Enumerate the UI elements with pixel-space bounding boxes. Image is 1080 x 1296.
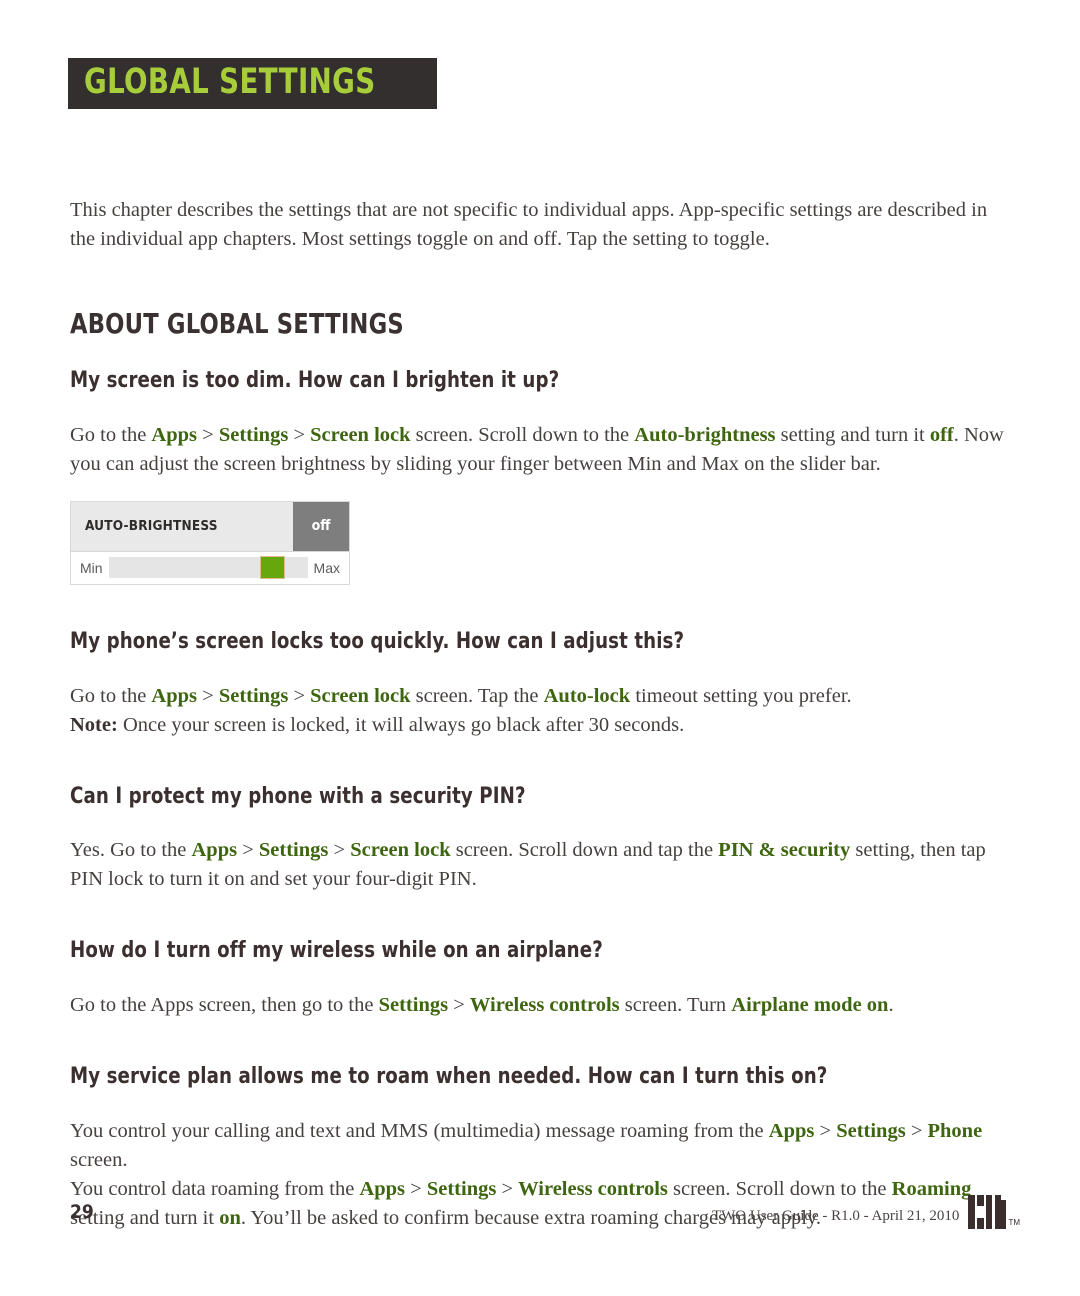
keyword-airplane-mode-on: Airplane mode on — [731, 994, 889, 1016]
brightness-slider-track[interactable] — [108, 556, 308, 580]
separator: > — [448, 994, 470, 1016]
keyword-settings: Settings — [378, 994, 449, 1016]
widget-toggle-button[interactable]: off — [293, 501, 349, 551]
auto-brightness-widget: AUTO-BRIGHTNESS off Min Max — [70, 500, 350, 585]
chapter-banner: GLOBAL SETTINGS — [68, 58, 438, 109]
widget-label-cell: AUTO-BRIGHTNESS — [71, 501, 293, 551]
keyword-auto-brightness: Auto-brightness — [634, 423, 776, 446]
text-run: screen. Turn — [619, 994, 732, 1016]
faq-body-security-pin: Yes. Go to the Apps > Settings > Screen … — [70, 836, 1010, 894]
widget-setting-row[interactable]: AUTO-BRIGHTNESS off — [71, 501, 349, 551]
page-content: This chapter describes the settings that… — [70, 196, 1010, 1233]
text-run: timeout setting you prefer. — [630, 684, 852, 707]
trademark-symbol: TM — [1008, 1218, 1020, 1227]
text-run: Yes. Go to the — [70, 839, 192, 862]
page-number: 29 — [70, 1201, 94, 1223]
text-run: . — [888, 994, 894, 1016]
separator: > — [197, 423, 219, 446]
faq-title-brightness: My screen is too dim. How can I brighten… — [70, 367, 560, 393]
separator: > — [328, 839, 351, 862]
keyword-wireless-controls: Wireless controls — [469, 994, 620, 1016]
widget-label: AUTO-BRIGHTNESS — [85, 518, 218, 535]
faq-title-roaming: My service plan allows me to roam when n… — [70, 1063, 828, 1089]
keyword-screen-lock: Screen lock — [310, 684, 411, 707]
text-run: screen. — [70, 1148, 128, 1171]
footer-doc-info: TWO User Guide - R1.0 - April 21, 2010 — [711, 1207, 960, 1224]
slider-min-label: Min — [80, 559, 103, 576]
separator: > — [288, 684, 311, 707]
keyword-apps: Apps — [768, 1119, 815, 1142]
keyword-off: off — [929, 423, 954, 446]
keyword-settings: Settings — [218, 684, 289, 707]
keyword-settings: Settings — [258, 839, 329, 862]
keyword-apps: Apps — [191, 839, 238, 862]
separator: > — [237, 839, 259, 862]
keyword-auto-lock: Auto-lock — [543, 684, 631, 707]
faq-title-screen-lock-timeout: My phone’s screen locks too quickly. How… — [70, 627, 685, 654]
text-run: setting and turn it — [775, 423, 930, 446]
separator: > — [905, 1119, 928, 1142]
intro-paragraph: This chapter describes the settings that… — [70, 199, 988, 250]
text-run: Go to the — [70, 684, 152, 707]
faq-body-brightness: Go to the Apps > Settings > Screen lock … — [70, 421, 1010, 479]
faq-title-airplane-mode: How do I turn off my wireless while on a… — [70, 937, 603, 964]
text-run: screen. Scroll down to the — [410, 423, 635, 446]
faq-note-screen-lock-timeout: Note: Once your screen is locked, it wil… — [70, 711, 1010, 740]
footer-right-group: TWO User Guide - R1.0 - April 21, 2010 T… — [712, 1195, 1020, 1229]
chapter-banner-title: GLOBAL SETTINGS — [84, 62, 376, 102]
separator: > — [814, 1119, 837, 1142]
keyword-screen-lock: Screen lock — [310, 423, 411, 446]
keyword-settings: Settings — [218, 423, 289, 446]
text-run: screen. Scroll down and tap the — [450, 839, 719, 862]
faq-body-airplane-mode: Go to the Apps screen, then go to the Se… — [70, 991, 1010, 1020]
slider-max-label: Max — [313, 559, 340, 576]
widget-slider-row[interactable]: Min Max — [71, 550, 349, 584]
brightness-slider-thumb[interactable] — [259, 556, 285, 580]
faq-body-screen-lock-timeout: Go to the Apps > Settings > Screen lock … — [70, 682, 1010, 711]
text-run: You control your calling and text and MM… — [70, 1119, 769, 1142]
keyword-apps: Apps — [151, 684, 198, 707]
page-footer: 29 TWO User Guide - R1.0 - April 21, 201… — [70, 1195, 1020, 1235]
text-run: Go to the — [70, 423, 152, 446]
keyword-pin-security: PIN & security — [718, 839, 851, 862]
text-run: Once your screen is locked, it will alwa… — [117, 713, 685, 736]
keyword-screen-lock: Screen lock — [350, 839, 451, 862]
document-page: GLOBAL SETTINGS This chapter describes t… — [0, 0, 1080, 1296]
faq-title-security-pin: Can I protect my phone with a security P… — [70, 782, 526, 809]
note-label: Note: — [70, 713, 118, 736]
kin-logo: TM — [968, 1195, 1020, 1229]
kin-logo-icon — [968, 1195, 1007, 1229]
faq-body-roaming-voice: You control your calling and text and MM… — [70, 1117, 1010, 1175]
text-run: screen. Tap the — [410, 684, 544, 707]
separator: > — [197, 684, 219, 707]
widget-state-label: off — [311, 518, 331, 535]
section-title: ABOUT GLOBAL SETTINGS — [70, 307, 404, 340]
keyword-apps: Apps — [151, 423, 198, 446]
text-run: Go to the Apps screen, then go to the — [70, 994, 379, 1016]
keyword-settings: Settings — [836, 1119, 906, 1142]
separator: > — [288, 423, 311, 446]
keyword-phone: Phone — [927, 1119, 983, 1142]
